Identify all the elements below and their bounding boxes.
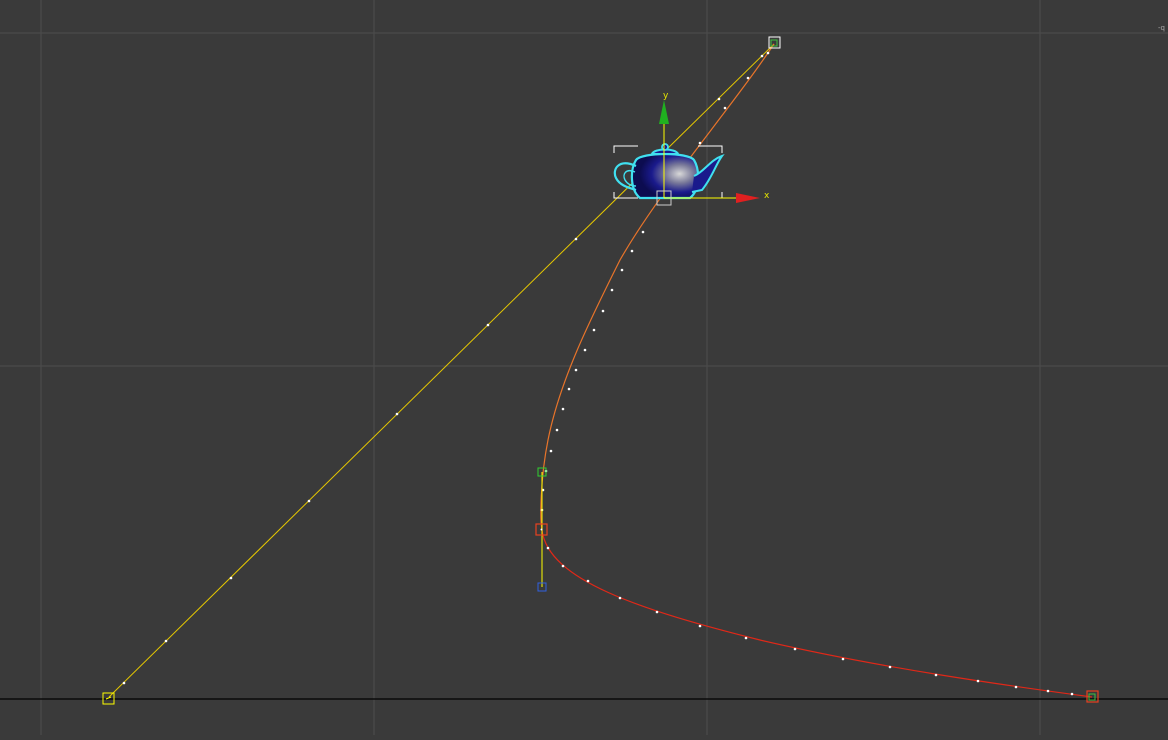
- spline-tick: [698, 624, 702, 628]
- curve-spline[interactable]: [540, 43, 1093, 698]
- spline-tick: [586, 579, 590, 583]
- spline-tick: [574, 237, 578, 241]
- spline-tick: [549, 449, 553, 453]
- spline-tick: [760, 54, 764, 58]
- grid: [0, 0, 1168, 735]
- spline-tick: [888, 665, 892, 669]
- spline-tick: [229, 576, 233, 580]
- viewport-canvas[interactable]: -q y x: [0, 0, 1168, 735]
- teapot-icon[interactable]: [613, 143, 725, 200]
- spline-tick: [841, 657, 845, 661]
- spline-tick: [546, 546, 550, 550]
- spline-tick: [934, 673, 938, 677]
- spline-tick: [592, 328, 596, 332]
- straight-spline[interactable]: [108, 43, 775, 698]
- spline-tick: [601, 309, 605, 313]
- vertex-end-curve[interactable]: [1086, 690, 1099, 703]
- spline-tick: [307, 499, 311, 503]
- spline-tick: [1014, 685, 1018, 689]
- spline-tick: [655, 610, 659, 614]
- spline-tick: [746, 76, 750, 80]
- spline-tick: [620, 268, 624, 272]
- corner-label: -q: [1158, 24, 1165, 32]
- spline-tick: [618, 596, 622, 600]
- vertex-top[interactable]: [768, 36, 781, 49]
- curve-spline-ticks: [540, 51, 1074, 696]
- spline-tick: [561, 407, 565, 411]
- spline-tick: [766, 51, 770, 55]
- spline-tick: [793, 647, 797, 651]
- spline-tick: [164, 639, 168, 643]
- viewport-2d[interactable]: -q y x: [0, 0, 1168, 735]
- gizmo-x-arrow: [736, 193, 760, 203]
- spline-tick: [630, 249, 634, 253]
- spline-tick: [486, 323, 490, 327]
- spline-tick: [583, 348, 587, 352]
- spline-tick: [1046, 689, 1050, 693]
- gizmo-y-label: y: [663, 91, 669, 101]
- spline-tick: [610, 288, 614, 292]
- spline-tick: [561, 564, 565, 568]
- spline-tick: [395, 412, 399, 416]
- spline-tick: [1070, 692, 1074, 696]
- spline-tick: [122, 681, 126, 685]
- spline-tick: [641, 230, 645, 234]
- spline-tick: [574, 368, 578, 372]
- spline-tick: [555, 428, 559, 432]
- spline-tick: [717, 97, 721, 101]
- gizmo-x-label: x: [764, 191, 770, 201]
- spline-tick: [976, 679, 980, 683]
- gizmo-y-arrow: [659, 100, 669, 124]
- curve-spline-lower: [541, 529, 1093, 698]
- spline-tick: [723, 106, 727, 110]
- spline-tick: [567, 387, 571, 391]
- spline-tick: [698, 141, 702, 145]
- curve-spline-upper: [540, 43, 775, 531]
- spline-tick: [744, 636, 748, 640]
- straight-spline-line: [108, 43, 775, 698]
